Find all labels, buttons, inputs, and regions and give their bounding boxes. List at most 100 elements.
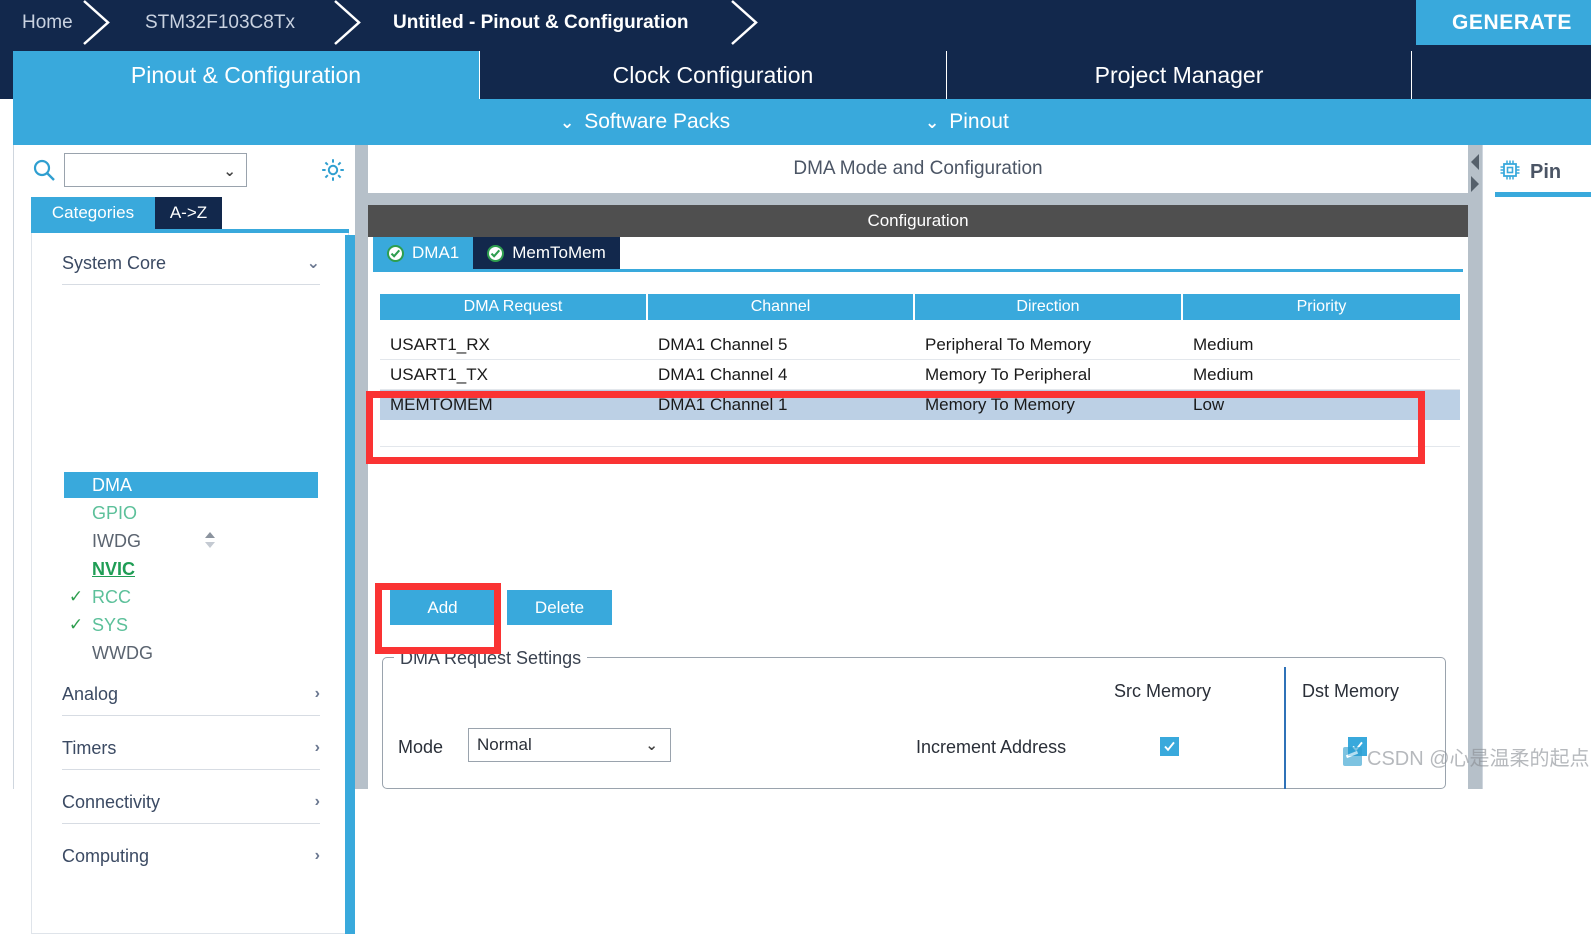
tab-label: DMA1 xyxy=(412,243,460,262)
divider xyxy=(62,284,320,285)
table-row[interactable]: USART1_RX DMA1 Channel 5 Peripheral To M… xyxy=(380,330,1460,360)
pin-panel: Pin xyxy=(1482,145,1591,789)
sidebar-item-rcc[interactable]: ✓ RCC xyxy=(64,584,318,610)
tab-dma1[interactable]: DMA1 xyxy=(373,237,474,269)
subtab-software-packs[interactable]: ⌄ Software Packs xyxy=(560,99,730,145)
sidebar-item-iwdg[interactable]: IWDG xyxy=(64,528,318,554)
sidebar-category-tabs: Categories A->Z xyxy=(31,197,222,229)
breadcrumb-bar: Home STM32F103C8Tx Untitled - Pinout & C… xyxy=(0,0,1591,45)
sub-tab-strip: ⌄ Software Packs ⌄ Pinout xyxy=(13,99,1591,145)
sidebar-item-sys[interactable]: ✓ SYS xyxy=(64,612,318,638)
sidebar-group-system-core[interactable]: System Core ⌄ xyxy=(62,243,320,283)
table-row[interactable]: USART1_TX DMA1 Channel 4 Memory To Perip… xyxy=(380,360,1460,390)
add-button-label: Add xyxy=(427,597,458,617)
panel-title-divider xyxy=(368,193,1468,205)
mode-select[interactable]: Normal ⌄ xyxy=(468,728,671,762)
sidebar-group-computing[interactable]: Computing › xyxy=(62,836,320,876)
sidebar-scrollbar[interactable] xyxy=(345,235,355,934)
column-header-label: Channel xyxy=(750,298,811,315)
collapse-right-arrow-icon[interactable] xyxy=(1468,174,1482,194)
panel-title: DMA Mode and Configuration xyxy=(368,145,1468,193)
search-combobox[interactable]: ⌄ xyxy=(64,153,247,188)
chevron-right-icon: › xyxy=(314,685,320,702)
sidebar-item-label: GPIO xyxy=(92,502,138,523)
pin-panel-header: Pin xyxy=(1499,159,1561,186)
chevron-down-icon[interactable]: ⌄ xyxy=(223,162,236,180)
gear-icon[interactable] xyxy=(319,156,347,184)
subtab-pinout[interactable]: ⌄ Pinout xyxy=(925,99,1009,145)
sidebar-group-timers[interactable]: Timers › xyxy=(62,728,320,768)
main-tab-strip: Pinout & Configuration Clock Configurati… xyxy=(0,45,1591,99)
tab-label: MemToMem xyxy=(512,243,606,262)
tab-clock-configuration[interactable]: Clock Configuration xyxy=(480,51,947,99)
sidebar-item-nvic[interactable]: NVIC xyxy=(64,556,318,582)
src-increment-address-checkbox[interactable] xyxy=(1160,737,1179,756)
sidebar-group-label: Computing xyxy=(62,845,150,866)
cell-priority: Medium xyxy=(1193,364,1254,384)
chevron-down-icon: ⌄ xyxy=(560,112,575,132)
tab-a-to-z[interactable]: A->Z xyxy=(155,197,222,229)
table-header-row: DMA Request Channel Direction Priority xyxy=(380,294,1460,320)
column-header-label: Priority xyxy=(1296,298,1347,315)
increment-address-label: Increment Address xyxy=(916,737,1067,757)
sidebar-item-wwdg[interactable]: WWDG xyxy=(64,640,318,666)
divider xyxy=(62,823,320,824)
peripheral-sidebar: ⌄ Categories A->Z System Core ⌄ DMA GPIO… xyxy=(13,145,355,934)
chevron-down-icon[interactable]: ⌄ xyxy=(645,736,658,754)
collapse-left-arrow-icon[interactable] xyxy=(1468,152,1482,172)
sidebar-item-label: IWDG xyxy=(92,530,141,551)
check-icon: ✓ xyxy=(68,615,84,634)
left-splitter[interactable] xyxy=(355,145,368,789)
divider xyxy=(62,715,320,716)
column-header-dma-request[interactable]: DMA Request xyxy=(380,294,648,320)
mode-label: Mode xyxy=(398,737,444,757)
breadcrumb-chevron-icon-1 xyxy=(82,0,122,45)
column-header-label: DMA Request xyxy=(463,298,563,315)
column-header-direction[interactable]: Direction xyxy=(915,294,1183,320)
search-input[interactable] xyxy=(69,154,218,188)
add-button[interactable]: Add xyxy=(390,590,495,625)
tab-categories[interactable]: Categories xyxy=(31,197,155,229)
delete-button[interactable]: Delete xyxy=(507,590,612,625)
cell-direction: Memory To Peripheral xyxy=(925,364,1091,384)
breadcrumb-chevron-icon-3 xyxy=(730,0,770,45)
tab-pinout-configuration[interactable]: Pinout & Configuration xyxy=(13,51,480,99)
sidebar-group-label: System Core xyxy=(62,252,167,273)
cell-priority: Medium xyxy=(1193,334,1254,354)
tab-label: Project Manager xyxy=(1094,61,1264,88)
breadcrumb-item-label: Home xyxy=(22,11,73,33)
sidebar-item-dma[interactable]: DMA xyxy=(64,472,318,498)
breadcrumb-chevron-icon-2 xyxy=(333,0,373,45)
breadcrumb-item-home[interactable]: Home xyxy=(22,0,73,45)
column-header-channel[interactable]: Channel xyxy=(648,294,915,320)
search-icon[interactable] xyxy=(32,158,56,182)
sidebar-item-gpio[interactable]: GPIO xyxy=(64,500,318,526)
src-memory-label: Src Memory xyxy=(1114,681,1212,701)
sidebar-search-row: ⌄ xyxy=(14,145,354,195)
breadcrumb-item-label: Untitled - Pinout & Configuration xyxy=(393,11,689,33)
tab-project-manager[interactable]: Project Manager xyxy=(947,51,1412,99)
sidebar-item-label: DMA xyxy=(92,474,132,495)
subtab-label: Pinout xyxy=(949,110,1009,133)
tab-tools[interactable] xyxy=(1412,51,1591,99)
sidebar-group-label: Analog xyxy=(62,683,119,704)
tab-label: Categories xyxy=(51,203,135,222)
sidebar-group-analog[interactable]: Analog › xyxy=(62,674,320,714)
mode-select-value: Normal xyxy=(477,735,532,754)
breadcrumb-item-mcu[interactable]: STM32F103C8Tx xyxy=(145,0,295,45)
generate-button[interactable]: GENERATE xyxy=(1416,0,1591,45)
dst-increment-address-checkbox[interactable] xyxy=(1348,737,1367,756)
column-header-priority[interactable]: Priority xyxy=(1183,294,1460,320)
breadcrumb-item-current[interactable]: Untitled - Pinout & Configuration xyxy=(393,0,689,45)
pin-panel-underline xyxy=(1495,192,1591,197)
sidebar-group-label: Timers xyxy=(62,737,117,758)
tab-memtomem[interactable]: MemToMem xyxy=(473,237,620,269)
check-circle-icon xyxy=(487,244,505,262)
tab-label: Clock Configuration xyxy=(612,61,814,88)
breadcrumb-item-label: STM32F103C8Tx xyxy=(145,11,295,33)
chevron-right-icon: › xyxy=(314,739,320,756)
sidebar-group-connectivity[interactable]: Connectivity › xyxy=(62,782,320,822)
right-splitter[interactable] xyxy=(1468,145,1482,789)
cell-channel: DMA1 Channel 5 xyxy=(658,334,788,354)
column-header-label: Direction xyxy=(1016,298,1080,315)
